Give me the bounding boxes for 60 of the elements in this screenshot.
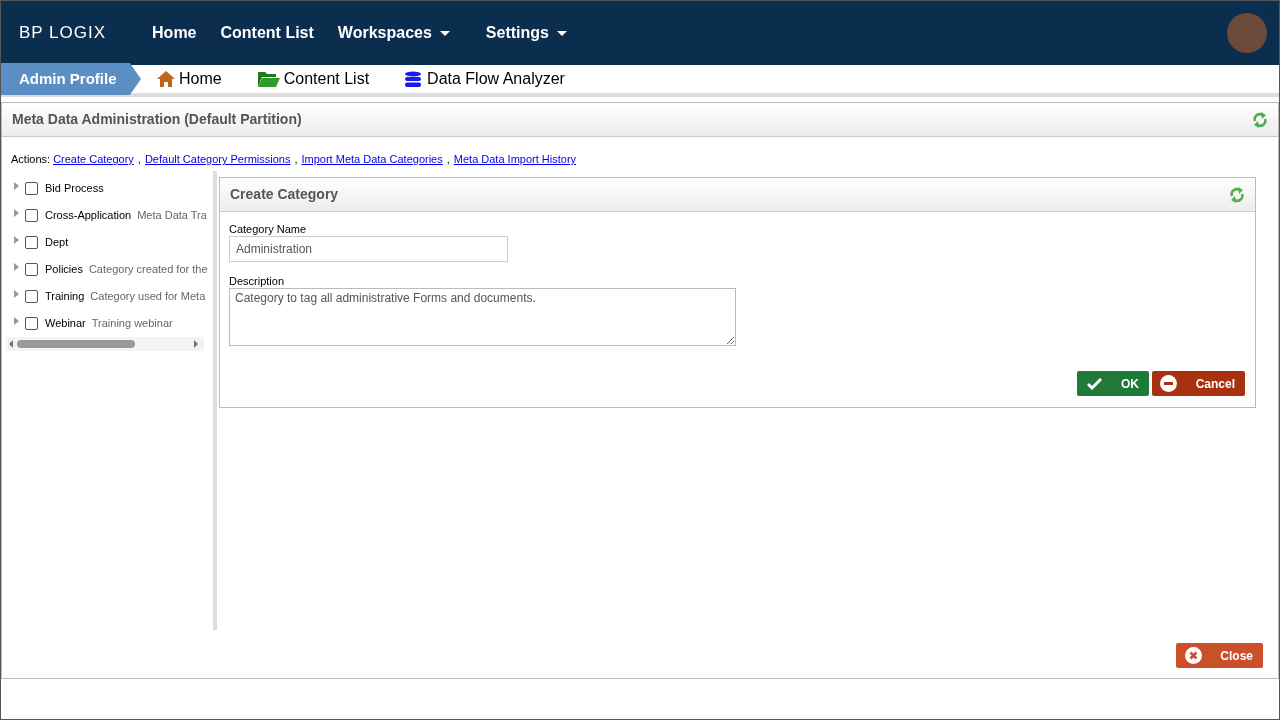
expand-icon[interactable] xyxy=(14,235,19,244)
category-name-field[interactable]: Administration xyxy=(229,236,508,262)
expand-icon[interactable] xyxy=(14,289,19,298)
ok-button[interactable]: OK xyxy=(1077,371,1149,396)
tree-item-description: Category created for the xyxy=(88,262,208,278)
refresh-icon[interactable] xyxy=(1229,185,1245,204)
action-link[interactable]: Create Category xyxy=(53,151,134,168)
panel-title: Meta Data Administration (Default Partition) xyxy=(12,110,302,129)
tree-item[interactable]: Policies xyxy=(45,261,83,278)
logo[interactable]: BP LOGIX xyxy=(19,20,107,46)
tree-item[interactable]: Cross-Application xyxy=(45,207,132,224)
card-title: Create Category xyxy=(230,185,339,204)
separator: , xyxy=(137,152,141,168)
nav-link[interactable]: Workspaces xyxy=(337,21,462,45)
checkbox[interactable] xyxy=(25,317,38,330)
action-link[interactable]: Import Meta Data Categories xyxy=(301,151,443,168)
breadcrumb-link[interactable]: Home xyxy=(157,67,222,91)
refresh-icon[interactable] xyxy=(1252,110,1268,129)
actions-label: Actions: xyxy=(11,152,51,168)
tree-item-description: Training webinar xyxy=(91,316,173,332)
tree-item[interactable]: Dept xyxy=(45,234,69,251)
separator: , xyxy=(446,152,450,168)
scroll-thumb[interactable] xyxy=(17,340,135,348)
minus-circle-icon xyxy=(1160,375,1177,392)
checkbox[interactable] xyxy=(25,209,38,222)
field-label: Description xyxy=(229,275,286,288)
checkbox[interactable] xyxy=(25,236,38,249)
description-field[interactable]: Category to tag all administrative Forms and documents. xyxy=(229,288,736,346)
tree-item-description: Category used for Meta xyxy=(90,289,206,305)
breadcrumb-link[interactable]: Content List xyxy=(257,67,370,91)
expand-icon[interactable] xyxy=(14,316,19,325)
scroll-left-icon[interactable] xyxy=(9,340,13,348)
separator: , xyxy=(294,152,298,168)
close-icon xyxy=(1185,647,1202,664)
tree-item[interactable]: Training xyxy=(45,288,85,305)
scroll-right-icon[interactable] xyxy=(194,340,198,348)
checkmark-icon xyxy=(1087,377,1102,390)
checkbox[interactable] xyxy=(25,290,38,303)
tree-item[interactable]: Bid Process xyxy=(45,180,104,197)
field-label: Category Name xyxy=(229,223,308,236)
horizontal-scrollbar[interactable] xyxy=(6,337,204,351)
avatar[interactable] xyxy=(1227,13,1267,53)
breadcrumb-link[interactable]: Data Flow Analyzer xyxy=(405,67,565,91)
tree-item-description: Meta Data Tra xyxy=(137,208,207,224)
house-icon xyxy=(157,71,175,87)
cancel-button[interactable]: Cancel xyxy=(1152,371,1245,396)
nav-link[interactable]: Settings xyxy=(485,21,579,45)
close-button[interactable]: Close xyxy=(1176,643,1263,668)
action-link[interactable]: Meta Data Import History xyxy=(453,151,577,168)
action-link[interactable]: Default Category Permissions xyxy=(144,151,291,168)
expand-icon[interactable] xyxy=(14,262,19,271)
nav-link[interactable]: Home xyxy=(152,21,197,45)
expand-icon[interactable] xyxy=(14,208,19,217)
folder-icon xyxy=(257,71,280,87)
database-icon xyxy=(405,71,422,87)
checkbox[interactable] xyxy=(25,182,38,195)
expand-icon[interactable] xyxy=(14,181,19,190)
tree-item[interactable]: Webinar xyxy=(45,315,86,332)
checkbox[interactable] xyxy=(25,263,38,276)
nav-link[interactable]: Content List xyxy=(220,21,314,45)
